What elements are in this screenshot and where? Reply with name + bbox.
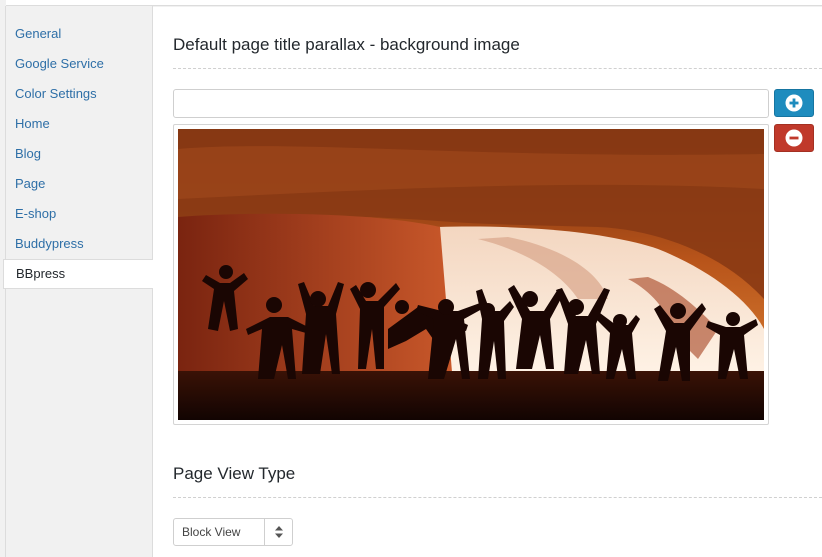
- page-view-type-select[interactable]: Block View: [173, 518, 293, 546]
- bg-image-section-title: Default page title parallax - background…: [173, 35, 520, 54]
- minus-circle-icon: [785, 129, 803, 147]
- bg-image-photo: [178, 129, 764, 420]
- settings-panel: Default page title parallax - background…: [153, 7, 822, 557]
- sidebar-item-google-service[interactable]: Google Service: [6, 49, 152, 79]
- section-divider: [173, 497, 822, 498]
- sidebar-list: General Google Service Color Settings Ho…: [3, 6, 153, 289]
- sort-arrows-icon: [264, 519, 292, 545]
- plus-circle-icon: [785, 94, 803, 112]
- bg-image-preview: [173, 124, 769, 425]
- sidebar-item-blog[interactable]: Blog: [6, 139, 152, 169]
- sidebar-item-eshop[interactable]: E-shop: [6, 199, 152, 229]
- remove-image-button[interactable]: [774, 124, 814, 152]
- sidebar-item-bbpress[interactable]: BBpress: [3, 259, 153, 289]
- add-image-button[interactable]: [774, 89, 814, 117]
- sidebar-item-color-settings[interactable]: Color Settings: [6, 79, 152, 109]
- sidebar-item-page[interactable]: Page: [6, 169, 152, 199]
- select-value: Block View: [182, 525, 241, 539]
- settings-sidebar: General Google Service Color Settings Ho…: [3, 6, 153, 557]
- sidebar-item-buddypress[interactable]: Buddypress: [6, 229, 152, 259]
- sidebar-item-home[interactable]: Home: [6, 109, 152, 139]
- sidebar-item-general[interactable]: General: [6, 19, 152, 49]
- bg-image-url-input[interactable]: [173, 89, 769, 118]
- view-type-section-title: Page View Type: [173, 464, 296, 483]
- section-divider: [173, 68, 822, 69]
